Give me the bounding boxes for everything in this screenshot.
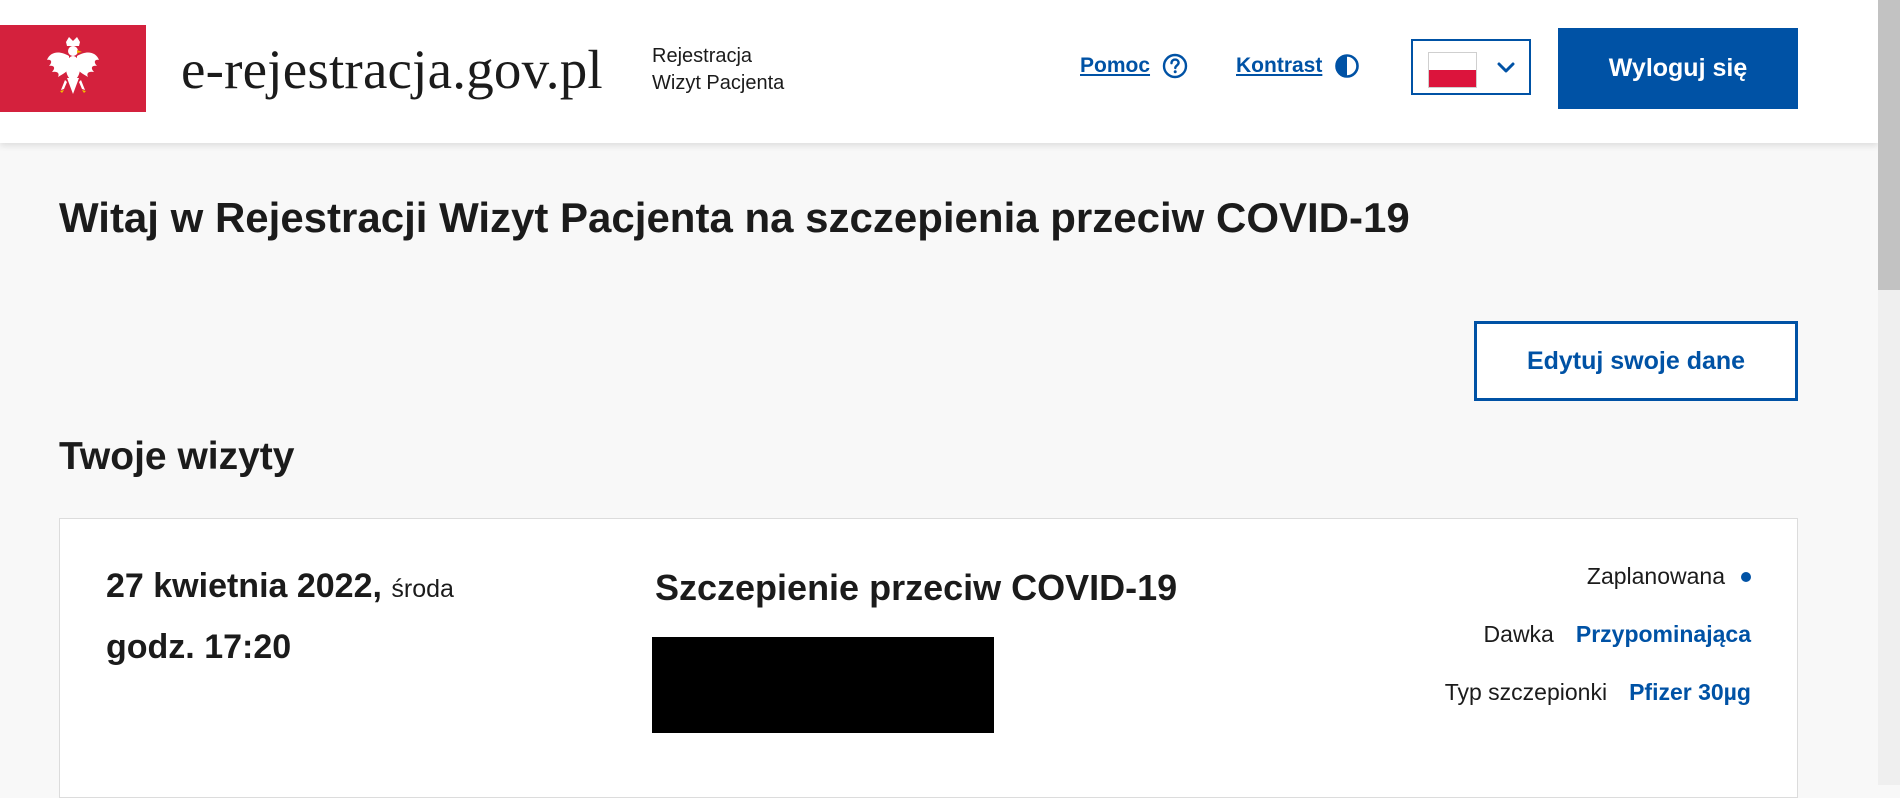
vaccine-type-value: Pfizer 30µg (1629, 679, 1751, 705)
polish-emblem-logo[interactable] (0, 25, 146, 112)
poland-flag-icon (1428, 52, 1477, 88)
language-select[interactable] (1411, 39, 1531, 95)
visits-heading: Twoje wizyty (59, 435, 295, 478)
visit-date-text: 27 kwietnia 2022, (106, 567, 382, 605)
visit-status: Zaplanowana (1587, 563, 1751, 590)
dose-label: Dawka (1483, 621, 1554, 647)
question-circle-icon (1162, 53, 1188, 79)
contrast-half-circle-icon (1334, 53, 1360, 79)
scrollbar-thumb[interactable] (1878, 0, 1900, 290)
visit-card: 27 kwietnia 2022, środa godz. 17:20 Szcz… (59, 518, 1798, 798)
dose-row: Dawka Przypominająca (1484, 621, 1751, 648)
app-name-line1: Rejestracja (652, 45, 753, 67)
site-header: e-rejestracja.gov.pl Rejestracja Wizyt P… (0, 0, 1878, 143)
app-name-line2: Wizyt Pacjenta (652, 72, 785, 94)
edit-profile-button[interactable]: Edytuj swoje dane (1474, 321, 1798, 401)
status-dot-icon (1741, 571, 1751, 582)
app-name: Rejestracja Wizyt Pacjenta (652, 43, 784, 97)
contrast-link[interactable]: Kontrast (1236, 53, 1360, 79)
redacted-block (652, 637, 994, 733)
site-name[interactable]: e-rejestracja.gov.pl (181, 38, 603, 102)
help-link-label: Pomoc (1080, 54, 1151, 77)
visit-weekday: środa (391, 575, 454, 603)
page-scrollbar[interactable] (1878, 0, 1900, 785)
help-link[interactable]: Pomoc (1080, 53, 1188, 79)
vaccine-type-row: Typ szczepionki Pfizer 30µg (1445, 679, 1751, 706)
logout-button[interactable]: Wyloguj się (1558, 28, 1798, 109)
chevron-down-icon (1497, 62, 1515, 73)
visit-status-label: Zaplanowana (1586, 563, 1725, 589)
contrast-link-label: Kontrast (1236, 54, 1323, 77)
page-title: Witaj w Rejestracji Wizyt Pacjenta na sz… (59, 194, 1410, 241)
visit-time: godz. 17:20 (106, 628, 292, 666)
visit-title: Szczepienie przeciw COVID-19 (655, 567, 1178, 608)
white-eagle-icon (47, 36, 99, 94)
dose-value: Przypominająca (1575, 621, 1751, 647)
vaccine-type-label: Typ szczepionki (1444, 679, 1608, 705)
visit-date: 27 kwietnia 2022, środa (106, 563, 454, 612)
